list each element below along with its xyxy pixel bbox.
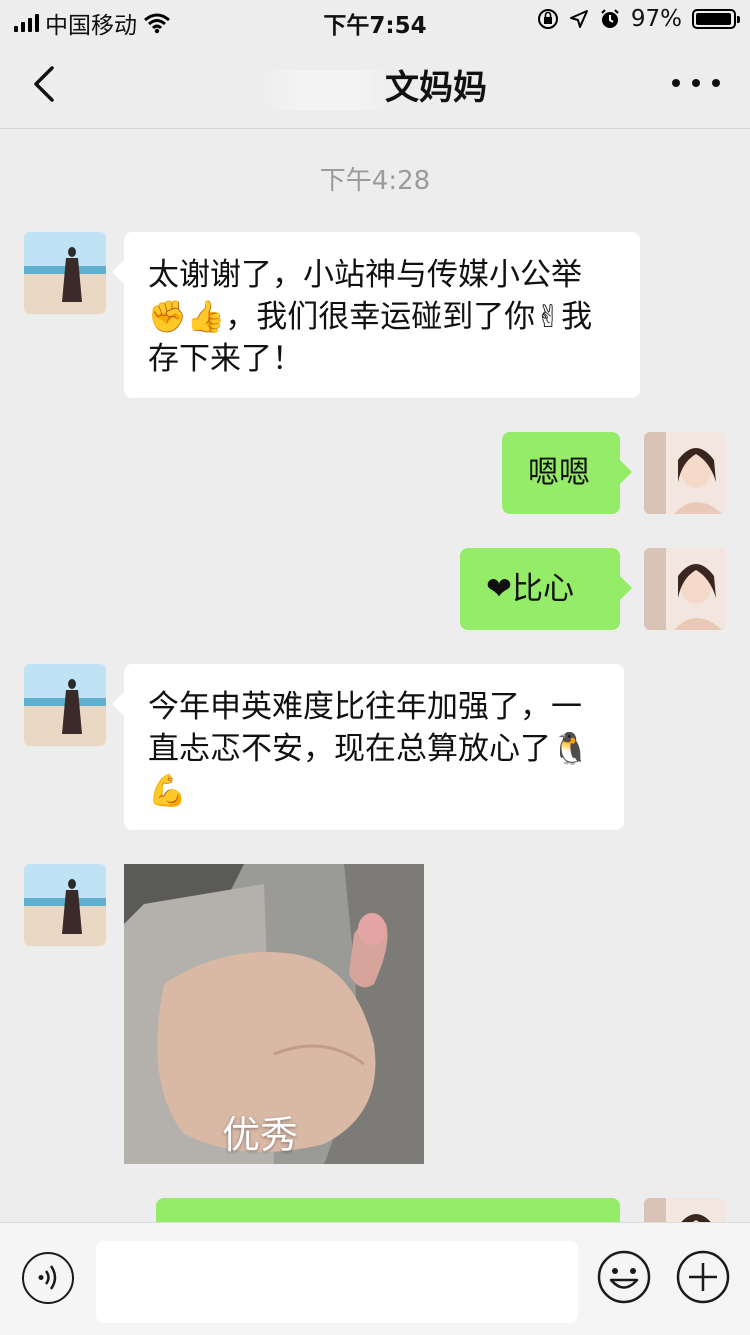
message-bubble-outgoing[interactable]: ❤比心	[460, 548, 632, 630]
battery-percent: 97%	[630, 6, 682, 32]
message-bubble-incoming[interactable]: 今年申英难度比往年加强了，一直忐忑不安，现在总算放心了🐧💪	[112, 664, 624, 830]
plus-icon[interactable]	[675, 1249, 731, 1305]
alarm-icon	[601, 9, 619, 28]
contact-avatar[interactable]	[24, 864, 106, 946]
chat-header: 文妈妈	[0, 40, 750, 129]
image-caption: 优秀	[222, 1113, 299, 1157]
chat-input-bar	[0, 1222, 750, 1335]
voice-icon[interactable]	[22, 1252, 74, 1304]
self-avatar[interactable]	[644, 432, 726, 514]
message-input[interactable]	[96, 1241, 578, 1323]
more-dots-icon[interactable]	[672, 68, 720, 98]
status-bar: 中国移动 下午7:54 97%	[0, 0, 750, 40]
redacted-name-blur	[263, 69, 393, 110]
emoji-icon[interactable]	[596, 1249, 652, 1305]
message-image[interactable]: 优秀	[124, 864, 424, 1164]
self-avatar[interactable]	[644, 548, 726, 630]
message-bubble-incoming[interactable]: 太谢谢了，小站神与传媒小公举✊👍，我们很幸运碰到了你✌我存下来了！	[112, 232, 640, 398]
message-timestamp: 下午4:28	[319, 166, 431, 196]
contact-avatar[interactable]	[24, 664, 106, 746]
orientation-lock-icon	[537, 9, 558, 29]
battery-icon	[692, 9, 740, 29]
message-bubble-outgoing[interactable]: 嗯嗯	[502, 432, 632, 514]
chat-title-text: 文妈妈	[385, 68, 487, 108]
chat-title: 文妈妈	[0, 60, 750, 110]
contact-avatar[interactable]	[24, 232, 106, 314]
location-icon	[569, 10, 588, 28]
status-right: 97%	[537, 6, 740, 32]
